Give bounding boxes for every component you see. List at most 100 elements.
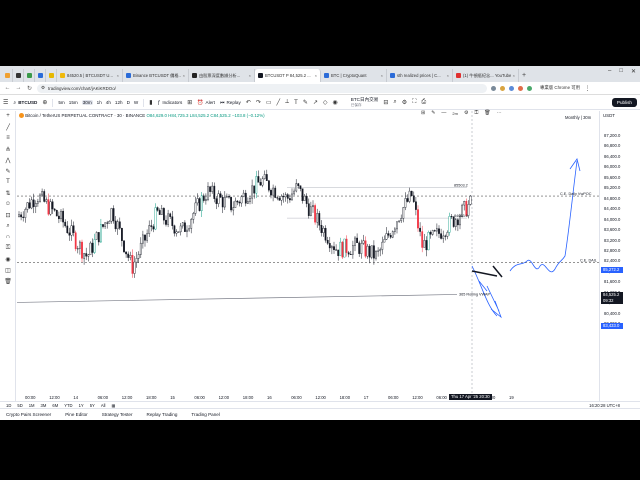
brush-icon[interactable]: ✎: [303, 99, 308, 106]
interval-W[interactable]: W: [134, 100, 138, 105]
tradingview-menu-icon[interactable]: ☰: [3, 99, 8, 106]
trash-icon[interactable]: 🗑: [3, 278, 13, 287]
range-All[interactable]: All: [101, 403, 106, 408]
interval-D[interactable]: D: [127, 100, 130, 105]
compare-symbol-icon[interactable]: ⊕: [42, 99, 47, 106]
alert-button[interactable]: ⏰ Alert: [197, 100, 215, 106]
camera-icon[interactable]: ⎙: [421, 99, 426, 106]
price-chart[interactable]: 84663.6 85503.2 C.E. Daily VwPOC C.E. DAIL 3…: [17, 111, 599, 395]
text-icon[interactable]: T: [3, 179, 13, 188]
close-tab-icon[interactable]: ×: [513, 73, 515, 78]
extension-icon[interactable]: [500, 85, 505, 91]
new-tab-button[interactable]: +: [519, 69, 529, 82]
panel-tab[interactable]: Crypto Pairs Screener: [6, 412, 51, 417]
line-width-label[interactable]: 2m: [452, 111, 458, 116]
interval-5m[interactable]: 5m: [58, 100, 64, 105]
interval-30m[interactable]: 30m: [81, 100, 93, 105]
browser-tab[interactable]: [35, 69, 46, 82]
range-1M[interactable]: 1M: [29, 403, 35, 408]
settings-gear-icon[interactable]: ⚙: [464, 110, 468, 116]
panel-tab[interactable]: Replay Trading: [147, 412, 178, 417]
lock-icon[interactable]: ⚿: [474, 110, 478, 116]
line-style-icon[interactable]: —: [441, 110, 446, 116]
zoom-icon[interactable]: ⌕: [3, 223, 13, 232]
extension-icon[interactable]: [509, 85, 514, 91]
interval-12h[interactable]: 12h: [115, 100, 123, 105]
range-1D[interactable]: 1D: [6, 403, 11, 408]
symbol-search[interactable]: ⌕ BTCUSD: [13, 100, 37, 106]
more-icon[interactable]: ⋯: [497, 110, 502, 116]
measure-icon[interactable]: ⟂: [285, 99, 289, 106]
browser-menu-icon[interactable]: ⋮: [584, 85, 591, 92]
extension-icon[interactable]: [491, 85, 496, 91]
chart-type-icon[interactable]: ▮: [149, 99, 152, 106]
panel-tab[interactable]: Pine Editor: [65, 412, 87, 417]
forward-icon[interactable]: →: [15, 85, 22, 91]
replay-button[interactable]: ⏮ Replay: [220, 100, 241, 106]
templates-icon[interactable]: ⊞: [187, 99, 192, 106]
trend-line-icon[interactable]: ╱: [3, 124, 13, 133]
range-3M[interactable]: 3M: [41, 403, 47, 408]
search-icon[interactable]: ⌕: [393, 99, 396, 106]
clock[interactable]: 16:20:28 UTC+8: [589, 403, 620, 408]
browser-tab[interactable]: sth realized prices | C... ×: [387, 69, 453, 82]
pattern-icon[interactable]: ⋀: [3, 157, 13, 166]
settings-gear-icon[interactable]: ⚙: [402, 99, 407, 106]
close-tab-icon[interactable]: ×: [183, 73, 185, 78]
panel-tab[interactable]: Trading Panel: [191, 412, 219, 417]
browser-tab[interactable]: BTC | CryptoQuant ×: [321, 69, 387, 82]
ruler-icon[interactable]: ⊡: [3, 212, 13, 221]
eye-icon[interactable]: ◉: [3, 256, 13, 265]
close-tab-icon[interactable]: ×: [447, 73, 449, 78]
browser-tab[interactable]: 由股票深度數據分析... ×: [189, 69, 255, 82]
browser-tab[interactable]: 84520.5 | BTCUSDT U... ×: [57, 69, 123, 82]
interval-4h[interactable]: 4h: [106, 100, 111, 105]
reload-icon[interactable]: ↻: [26, 85, 33, 92]
extension-icon[interactable]: [527, 85, 532, 91]
currency-selector[interactable]: USDT: [603, 113, 615, 118]
panel-tab[interactable]: Strategy Tester: [102, 412, 133, 417]
layout-grid-icon[interactable]: ⊟: [383, 99, 388, 106]
back-icon[interactable]: ←: [4, 85, 11, 91]
chart-pane[interactable]: 84663.6 85503.2 C.E. Daily VwPOC C.E. DAIL 3…: [17, 110, 599, 395]
range-YTD[interactable]: YTD: [64, 403, 72, 408]
rectangle-icon[interactable]: ▭: [266, 99, 272, 106]
layers-icon[interactable]: ◫: [3, 267, 13, 276]
pen-icon[interactable]: ✎: [431, 110, 435, 116]
browser-tab[interactable]: Binance BTCUSDT 價格... ×: [123, 69, 189, 82]
maximize-icon[interactable]: □: [619, 68, 623, 75]
publish-button[interactable]: Publish: [611, 98, 637, 107]
browser-tab[interactable]: [2, 69, 13, 82]
minimize-icon[interactable]: –: [608, 68, 611, 75]
close-tab-icon[interactable]: ×: [315, 73, 317, 78]
range-6M[interactable]: 6M: [52, 403, 58, 408]
text-icon[interactable]: T: [294, 100, 298, 106]
range-5Y[interactable]: 5Y: [90, 403, 95, 408]
eye-icon[interactable]: ◉: [333, 99, 338, 106]
icons-icon[interactable]: ☺: [3, 201, 13, 210]
browser-tab[interactable]: BTCUSDT P 84,525.2 ... ×: [255, 69, 321, 82]
profile-button[interactable]: 專業版 Chrome 可用: [540, 85, 580, 91]
url-input[interactable]: ⚙ tradingview.com/chart/jAKiKRDOo/: [37, 83, 487, 93]
close-tab-icon[interactable]: ×: [117, 73, 119, 78]
fullscreen-icon[interactable]: ⛶: [412, 99, 416, 106]
browser-tab[interactable]: [13, 69, 24, 82]
browser-tab[interactable]: (1) 牛頓瓶紀念... YouTube ×: [453, 69, 519, 82]
indicators-button[interactable]: ƒ Indicators: [158, 100, 183, 106]
browser-tab[interactable]: [24, 69, 35, 82]
price-axis[interactable]: USDT 87,200.0 86,800.0 86,400.0 86,000.0 85,…: [599, 111, 640, 401]
calendar-icon[interactable]: ▦: [111, 403, 115, 408]
redo-icon[interactable]: ↷: [256, 99, 261, 106]
interval-1h[interactable]: 1h: [97, 100, 102, 105]
crosshair-icon[interactable]: +: [3, 113, 13, 122]
lock-icon[interactable]: ⚿: [3, 245, 13, 254]
extension-icon[interactable]: [518, 85, 523, 91]
site-info-icon[interactable]: ⚙: [41, 85, 45, 91]
close-window-icon[interactable]: ✕: [631, 68, 636, 75]
browser-tab[interactable]: [46, 69, 57, 82]
close-tab-icon[interactable]: ×: [249, 73, 251, 78]
shapes-icon[interactable]: ◇: [323, 99, 328, 106]
interval-15m[interactable]: 15m: [69, 100, 78, 105]
close-tab-icon[interactable]: ×: [381, 73, 383, 78]
range-5D[interactable]: 5D: [17, 403, 22, 408]
